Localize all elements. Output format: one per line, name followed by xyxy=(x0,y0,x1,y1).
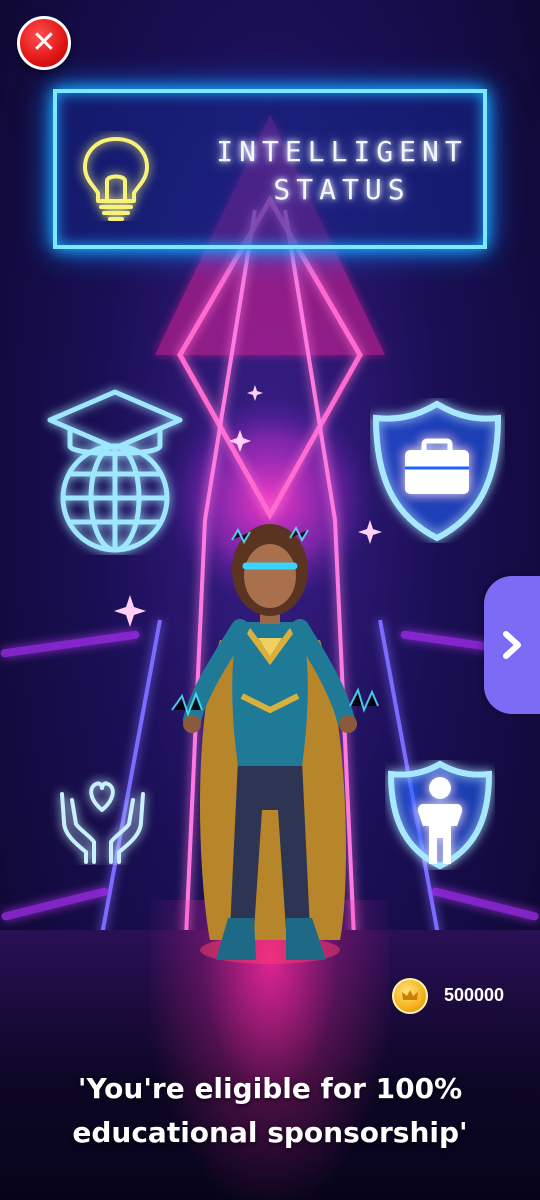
status-title-panel: INTELLIGENT STATUS xyxy=(53,89,487,249)
close-button[interactable]: ✕ xyxy=(17,16,71,70)
eligibility-message-line1: 'You're eligible for 100% xyxy=(77,1072,463,1105)
status-title-line1: INTELLIGENT xyxy=(216,135,468,168)
status-title-line2: STATUS xyxy=(273,173,411,206)
status-title: INTELLIGENT STATUS xyxy=(197,133,487,209)
chevron-right-icon xyxy=(503,631,521,659)
eligibility-message: 'You're eligible for 100% educational sp… xyxy=(20,1067,520,1155)
briefcase-shield-icon[interactable] xyxy=(370,398,505,543)
eligibility-message-line2: educational sponsorship' xyxy=(72,1116,468,1149)
person-shield-icon[interactable] xyxy=(385,760,495,870)
lightbulb-icon xyxy=(83,137,149,221)
next-button[interactable] xyxy=(484,576,540,714)
crown-coin-icon xyxy=(392,978,428,1014)
game-scene: ✕ INTELLIGENT STATUS 500000 'You're elig… xyxy=(0,0,540,1200)
superhero-character xyxy=(171,524,379,964)
close-icon: ✕ xyxy=(31,25,57,60)
coin-balance: 500000 xyxy=(392,978,532,1016)
coin-amount: 500000 xyxy=(444,985,505,1005)
caring-hands-heart-icon[interactable] xyxy=(50,770,155,865)
